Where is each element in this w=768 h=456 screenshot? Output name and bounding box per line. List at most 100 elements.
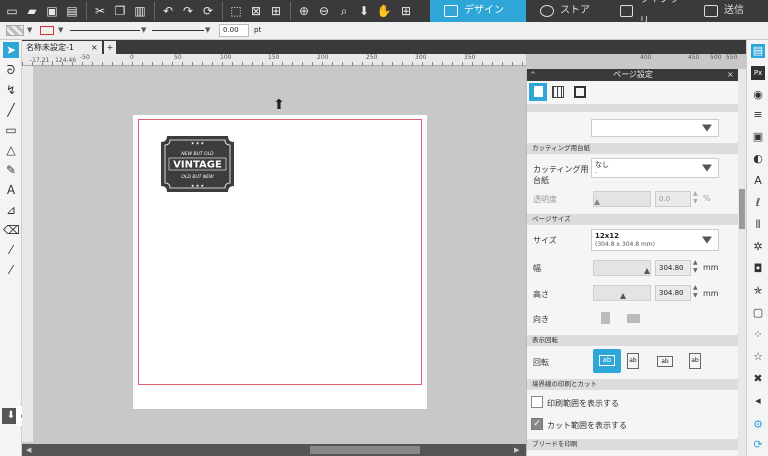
close-icon[interactable]: ×: [727, 70, 734, 79]
transform-icon[interactable]: ✲: [751, 240, 765, 254]
scroll-thumb[interactable]: [310, 446, 420, 454]
offset-icon[interactable]: ▢: [751, 306, 765, 320]
tab-store[interactable]: ストア: [526, 0, 606, 22]
collapse-left-icon[interactable]: ◀: [751, 394, 765, 408]
eraser-icon[interactable]: ⌫: [3, 222, 20, 238]
line-weight-preview[interactable]: [152, 30, 204, 31]
vintage-badge[interactable]: ★ ★ ★ NEW BUT OLD VINTAGE OLD BUT NEW ★ …: [155, 132, 240, 196]
paste-icon[interactable]: ▥: [132, 3, 148, 19]
size-dropdown[interactable]: 12x12 (304.8 x 304.8 mm): [591, 229, 719, 251]
transparency-input[interactable]: 0.0: [655, 191, 691, 207]
transparency-stepper[interactable]: ▲ ▼: [693, 190, 698, 206]
height-input[interactable]: 304.80: [655, 285, 691, 301]
star-icon[interactable]: ☆: [751, 350, 765, 364]
trace-icon[interactable]: ⁘: [751, 328, 765, 342]
modify-icon[interactable]: ✯: [751, 284, 765, 298]
rotation-270-button[interactable]: ab: [689, 353, 701, 369]
zoom-fit-icon[interactable]: ⌕: [336, 3, 352, 19]
mat-dropdown[interactable]: なし -: [591, 158, 719, 178]
slider-handle[interactable]: [594, 199, 600, 205]
width-slider[interactable]: [593, 260, 651, 276]
palette-icon[interactable]: ◉: [751, 88, 765, 102]
cut-range-checkbox[interactable]: ✓: [531, 418, 543, 430]
tab-library[interactable]: ライブラリ: [606, 0, 686, 27]
pan-hand-icon[interactable]: ✋: [376, 3, 392, 19]
add-tab-button[interactable]: +: [104, 41, 116, 54]
curve-icon[interactable]: ℓ: [751, 196, 765, 210]
chevron-down-icon[interactable]: ▼: [205, 26, 210, 34]
preset-dropdown[interactable]: [591, 119, 719, 137]
rectangle-icon[interactable]: ▭: [3, 122, 19, 138]
line-style-preview[interactable]: [70, 30, 140, 31]
sync-icon[interactable]: ⟳: [751, 438, 765, 452]
select-all-icon[interactable]: ⬚: [228, 3, 244, 19]
redo-icon[interactable]: ↷: [180, 3, 196, 19]
text-style-icon[interactable]: A: [751, 174, 765, 188]
scroll-thumb[interactable]: [739, 189, 745, 229]
replicate-icon[interactable]: ◘: [751, 262, 765, 276]
horizontal-scrollbar[interactable]: ◀ ▶: [22, 444, 526, 456]
cut-icon[interactable]: ✂: [92, 3, 108, 19]
line-width-input[interactable]: 0.00: [219, 24, 249, 37]
rotation-180-button[interactable]: ab: [657, 356, 673, 367]
chevron-down-icon[interactable]: ▼: [27, 26, 32, 34]
pixscan-icon[interactable]: Px: [751, 66, 765, 80]
text-tool-icon[interactable]: A: [3, 182, 19, 198]
page-up-arrow-icon[interactable]: ⬆: [272, 98, 286, 112]
eyedropper-icon[interactable]: ⁄: [3, 262, 19, 278]
select-arrow-icon[interactable]: ➤: [3, 42, 19, 58]
height-slider[interactable]: [593, 285, 651, 301]
settings-gear-icon[interactable]: ⚙: [751, 418, 765, 432]
line-color-swatch[interactable]: [40, 26, 54, 35]
crop-marks-icon[interactable]: [574, 86, 586, 98]
rotation-90-button[interactable]: ab: [627, 353, 639, 369]
rotation-0-button[interactable]: ab: [593, 349, 621, 373]
zoom-out-icon[interactable]: ⊖: [316, 3, 332, 19]
page-settings-tab[interactable]: [529, 83, 547, 101]
portrait-icon[interactable]: [601, 312, 610, 324]
close-icon[interactable]: ×: [91, 41, 98, 54]
tab-send[interactable]: 送信: [690, 0, 768, 22]
collapse-icon[interactable]: ^: [530, 71, 536, 79]
align-icon[interactable]: ⫴: [751, 218, 765, 232]
slider-handle[interactable]: [644, 268, 650, 274]
polygon-icon[interactable]: △: [3, 142, 19, 158]
contrast-icon[interactable]: ◐: [751, 152, 765, 166]
chevron-down-icon[interactable]: ▼: [58, 26, 63, 34]
add-page-icon[interactable]: ⊞: [398, 3, 414, 19]
tab-design[interactable]: デザイン: [430, 0, 526, 22]
copy-icon[interactable]: ❐: [112, 3, 128, 19]
knife-icon[interactable]: ⊿: [3, 202, 19, 218]
print-range-checkbox[interactable]: [531, 396, 543, 408]
line-style-icon[interactable]: ≡: [751, 108, 765, 122]
scroll-left-arrow-icon[interactable]: ◀: [26, 446, 31, 454]
zoom-in-icon[interactable]: ⊕: [296, 3, 312, 19]
slider-handle[interactable]: [620, 293, 626, 299]
new-file-icon[interactable]: ▭: [4, 3, 20, 19]
line-tool-icon[interactable]: ╱: [3, 102, 19, 118]
weld-icon[interactable]: ✖: [751, 372, 765, 386]
save-icon[interactable]: ▣: [44, 3, 60, 19]
panel-scrollbar[interactable]: [738, 69, 746, 456]
lasso-icon[interactable]: ᘐ: [3, 62, 19, 78]
pencil-icon[interactable]: ✎: [3, 162, 19, 178]
grid-settings-icon[interactable]: [552, 86, 564, 98]
chevron-down-icon[interactable]: ▼: [141, 26, 146, 34]
width-stepper[interactable]: ▲ ▼: [693, 259, 698, 275]
fill-pattern-icon[interactable]: ▣: [751, 130, 765, 144]
move-down-icon[interactable]: ⬇: [356, 3, 372, 19]
transparency-slider[interactable]: [593, 191, 651, 207]
brush-icon[interactable]: ⁄: [3, 242, 19, 258]
undo-icon[interactable]: ↶: [160, 3, 176, 19]
group-icon[interactable]: ⊞: [268, 3, 284, 19]
scroll-right-arrow-icon[interactable]: ▶: [514, 446, 519, 454]
print-icon[interactable]: ▤: [64, 3, 80, 19]
deselect-icon[interactable]: ⊠: [248, 3, 264, 19]
height-stepper[interactable]: ▲ ▼: [693, 284, 698, 300]
open-folder-icon[interactable]: ▰: [24, 3, 40, 19]
landscape-icon[interactable]: [627, 314, 640, 323]
document-tab[interactable]: 名称未設定-1 ×: [22, 41, 102, 54]
width-input[interactable]: 304.80: [655, 260, 691, 276]
refresh-icon[interactable]: ⟳: [200, 3, 216, 19]
fill-swatch[interactable]: [6, 25, 24, 36]
